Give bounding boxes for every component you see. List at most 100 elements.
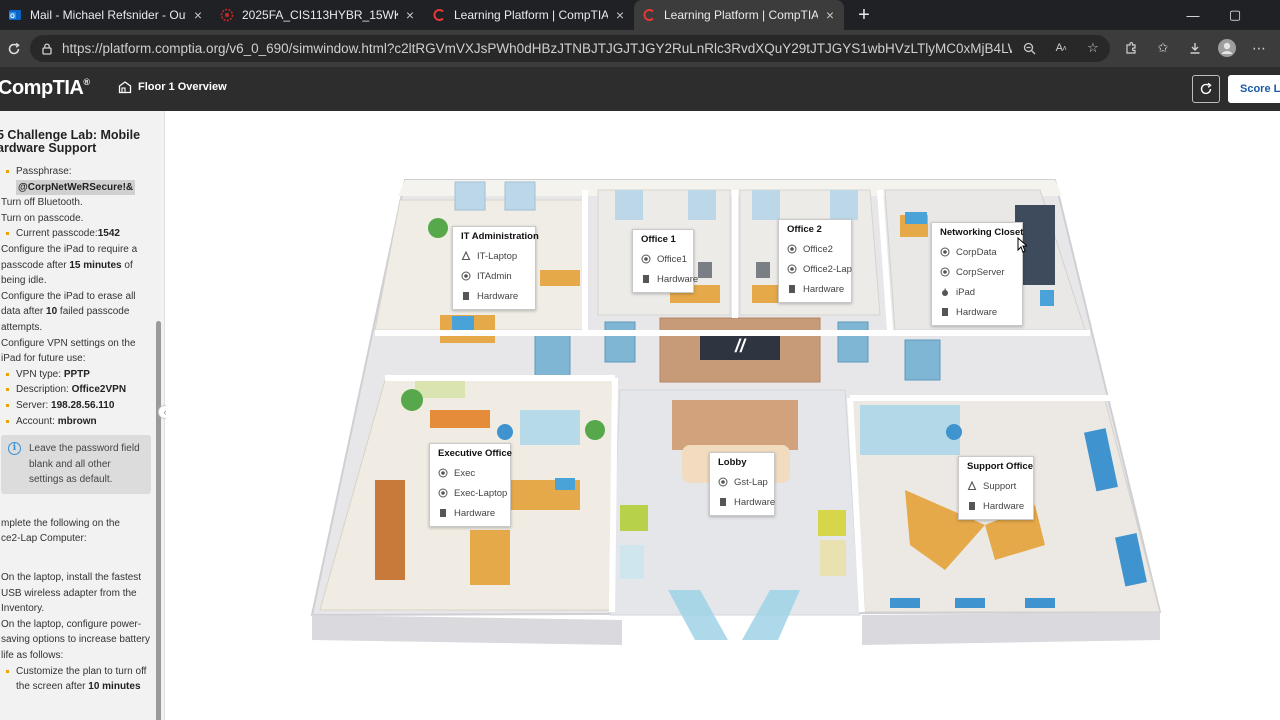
- window-controls: — ▢: [1172, 0, 1280, 30]
- task-plan-line: Customize the plan to turn off: [1, 664, 151, 680]
- hardware-shelf[interactable]: Hardware: [940, 302, 1016, 322]
- room-title: Executive Office: [438, 448, 512, 459]
- task-idle-line: being idle.: [1, 275, 47, 287]
- info-note: i Leave the password field blank and all…: [1, 435, 151, 494]
- room-title: Networking Closet: [940, 227, 1024, 238]
- room-lobby[interactable]: Lobby Gst-Lap Hardware: [709, 452, 775, 516]
- outlook-icon: O: [8, 8, 22, 22]
- reload-icon[interactable]: [2, 37, 26, 61]
- task-usb-line: Inventory.: [1, 603, 45, 615]
- room-title: Office 2: [787, 224, 822, 235]
- computer-icon: [438, 468, 448, 478]
- section-heading: ce2-Lap Computer:: [1, 533, 87, 545]
- computer-icon: [438, 488, 448, 498]
- hardware-shelf[interactable]: Hardware: [461, 286, 529, 306]
- room-support-office[interactable]: Support Office Support Hardware: [958, 456, 1034, 520]
- task-erase-line: attempts.: [1, 321, 43, 333]
- close-tab-icon[interactable]: ×: [194, 8, 202, 22]
- section-heading: mplete the following on the: [1, 517, 120, 529]
- hardware-icon: [787, 284, 797, 294]
- hardware-icon: [967, 501, 977, 511]
- task-usb-line: USB wireless adapter from the: [1, 587, 137, 599]
- close-window-icon[interactable]: [1256, 0, 1280, 30]
- computer-icon: [940, 267, 950, 277]
- task-plan-line: the screen after 10 minutes: [16, 681, 141, 693]
- device-office2[interactable]: Office2: [787, 239, 845, 259]
- device-exec-laptop[interactable]: Exec-Laptop: [438, 483, 507, 503]
- computer-icon: [641, 254, 651, 264]
- maximize-icon[interactable]: ▢: [1214, 0, 1256, 30]
- hardware-shelf[interactable]: Hardware: [967, 496, 1027, 516]
- zoom-icon[interactable]: [1020, 39, 1038, 57]
- minimize-icon[interactable]: —: [1172, 0, 1214, 30]
- hardware-shelf[interactable]: Hardware: [718, 492, 775, 512]
- device-ipad[interactable]: iPad: [940, 282, 1016, 302]
- task-erase-line: Configure the iPad to erase all: [1, 290, 136, 302]
- device-corpdata[interactable]: CorpData: [940, 242, 1016, 262]
- site-info-icon[interactable]: [40, 42, 54, 56]
- close-tab-icon[interactable]: ×: [616, 8, 624, 22]
- favorites-icon[interactable]: ✩: [1154, 39, 1172, 57]
- hardware-icon: [461, 291, 471, 301]
- read-aloud-icon[interactable]: Aʌ: [1052, 39, 1070, 57]
- device-support[interactable]: Support: [967, 476, 1027, 496]
- task-erase-line: data after 10 failed passcode: [1, 306, 130, 318]
- favorite-star-icon[interactable]: ☆: [1084, 39, 1102, 57]
- device-gst-lap[interactable]: Gst-Lap: [718, 472, 768, 492]
- browser-toolbar: https://platform.comptia.org/v6_0_690/si…: [0, 30, 1280, 67]
- hardware-shelf[interactable]: Hardware: [787, 279, 845, 299]
- hardware-icon: [641, 274, 651, 284]
- room-office-1[interactable]: Office 1 Office1 Hardware: [632, 229, 698, 293]
- computer-icon: [461, 271, 471, 281]
- device-corpserver[interactable]: CorpServer: [940, 262, 1016, 282]
- laptop-icon: [461, 251, 471, 261]
- browser-tab-comptia-active[interactable]: Learning Platform | CompTIA ×: [634, 0, 844, 30]
- address-bar[interactable]: https://platform.comptia.org/v6_0_690/si…: [30, 35, 1110, 62]
- device-exec[interactable]: Exec: [438, 463, 504, 483]
- device-itadmin[interactable]: ITAdmin: [461, 266, 529, 286]
- computer-icon: [787, 264, 797, 274]
- close-tab-icon[interactable]: ×: [406, 8, 414, 22]
- course-icon: [220, 8, 234, 22]
- room-it-administration[interactable]: IT Administration IT-Laptop ITAdmin Hard…: [452, 226, 539, 310]
- hardware-shelf[interactable]: Hardware: [641, 269, 698, 289]
- device-office2-lap[interactable]: Office2-Lap: [787, 259, 852, 279]
- task-idle-line: Configure the iPad to require a: [1, 243, 138, 255]
- room-title: Lobby: [718, 457, 747, 468]
- passphrase-value[interactable]: @CorpNetWeRSecure!&: [16, 179, 136, 196]
- app-header: CompTIA® Floor 1 Overview Score Lab: [0, 67, 1280, 111]
- sidebar-scrollbar[interactable]: [156, 321, 161, 720]
- room-networking-closet[interactable]: Networking Closet CorpData CorpServer iP…: [931, 222, 1023, 326]
- browser-tab-outlook[interactable]: O Mail - Michael Refsnider - Outlook ×: [0, 0, 212, 30]
- floor-overview-button[interactable]: Floor 1 Overview: [118, 80, 227, 94]
- device-office1[interactable]: Office1: [641, 249, 687, 269]
- room-office-2[interactable]: Office 2 Office2 Office2-Lap Hardware: [778, 219, 852, 303]
- hardware-shelf[interactable]: Hardware: [438, 503, 504, 523]
- refresh-icon: [1199, 82, 1213, 96]
- tab-title: 2025FA_CIS113HYBR_15WK IT Hardware: [242, 8, 398, 22]
- vpn-description: Description: Office2VPN: [1, 382, 151, 398]
- floor-plan-view: // IT Administration IT-Laptop ITAdmin H…: [166, 111, 1280, 720]
- task-power-line: life as follows:: [1, 650, 64, 662]
- extensions-icon[interactable]: [1122, 39, 1140, 57]
- room-executive-office[interactable]: Executive Office Exec Exec-Laptop Hardwa…: [429, 443, 512, 527]
- info-icon: i: [8, 442, 21, 456]
- close-tab-icon[interactable]: ×: [826, 8, 834, 22]
- apple-icon: [940, 287, 950, 297]
- comptia-icon: [642, 8, 656, 22]
- tab-title: Learning Platform | CompTIA: [664, 8, 818, 22]
- device-it-laptop[interactable]: IT-Laptop: [461, 246, 529, 266]
- settings-more-icon[interactable]: ⋯: [1250, 39, 1268, 57]
- task-power-line: On the laptop, configure power-: [1, 618, 142, 630]
- new-tab-button[interactable]: +: [850, 0, 878, 30]
- browser-tab-comptia-1[interactable]: Learning Platform | CompTIA ×: [424, 0, 634, 30]
- browser-tab-course[interactable]: 2025FA_CIS113HYBR_15WK IT Hardware ×: [212, 0, 424, 30]
- floor-plan-illustration: //: [310, 179, 1162, 645]
- tab-title: Mail - Michael Refsnider - Outlook: [30, 8, 186, 22]
- downloads-icon[interactable]: [1186, 39, 1204, 57]
- reset-lab-button[interactable]: [1192, 75, 1220, 103]
- task-bluetooth: Turn off Bluetooth.: [1, 197, 83, 209]
- profile-avatar-icon[interactable]: [1218, 39, 1236, 57]
- score-lab-button[interactable]: Score Lab: [1228, 75, 1280, 103]
- vpn-account: Account: mbrown: [1, 414, 151, 430]
